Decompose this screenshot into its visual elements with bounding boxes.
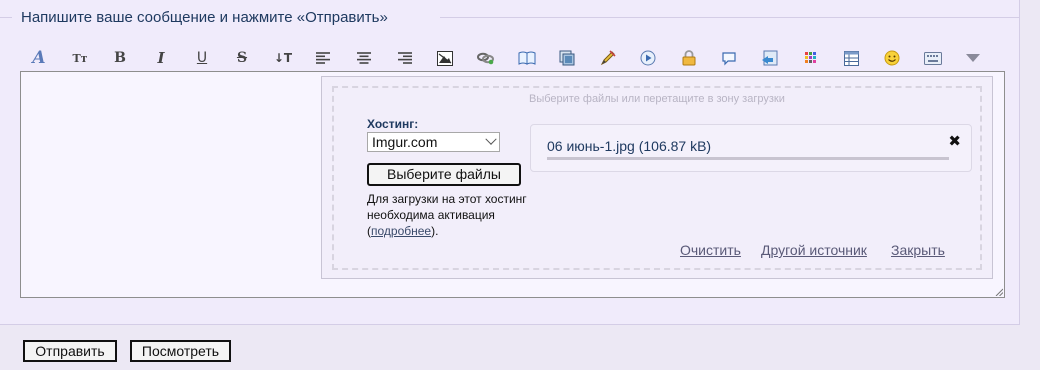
italic-label: I — [157, 49, 165, 67]
align-center-icon[interactable] — [353, 47, 375, 69]
drop-zone[interactable]: Выберите файлы или перетащите в зону заг… — [332, 86, 982, 270]
hosting-select[interactable]: Imgur.com — [367, 132, 500, 152]
hosting-label: Хостинг: — [367, 117, 419, 131]
line-spacing-icon[interactable]: ↓T — [272, 47, 294, 69]
italic-icon[interactable]: I — [150, 47, 172, 69]
gallery-icon[interactable] — [556, 47, 578, 69]
bold-label: B — [114, 50, 126, 66]
hosting-select-value: Imgur.com — [372, 134, 438, 150]
uploaded-file-card: 06 июнь-1.jpg (106.87 kB) ✖ — [530, 124, 972, 172]
more-dropdown-icon[interactable] — [962, 47, 984, 69]
line-spacing-label: ↓T — [273, 51, 293, 65]
strike-label: S — [236, 50, 248, 66]
resize-handle-icon[interactable] — [995, 288, 1003, 296]
align-right-icon[interactable] — [394, 47, 416, 69]
choose-files-button[interactable]: Выберите файлы — [367, 163, 521, 186]
upload-progress-bar — [547, 157, 949, 160]
font-size-icon[interactable]: Tт — [69, 47, 91, 69]
bold-icon[interactable]: B — [109, 47, 131, 69]
message-textarea[interactable]: Выберите файлы или перетащите в зону заг… — [20, 71, 1005, 298]
underline-label: U — [196, 50, 208, 66]
more-info-link[interactable]: подробнее — [371, 224, 431, 238]
chevron-down-icon — [485, 133, 497, 145]
file-name: 06 июнь-1.jpg (106.87 kB) — [547, 138, 712, 154]
activation-note: Для загрузки на этот хостинг необходима … — [367, 191, 527, 239]
book-icon[interactable] — [516, 47, 538, 69]
drop-zone-hint: Выберите файлы или перетащите в зону заг… — [529, 93, 785, 105]
smiley-icon[interactable] — [881, 47, 903, 69]
remove-file-icon[interactable]: ✖ — [948, 132, 961, 150]
pencil-icon[interactable] — [597, 47, 619, 69]
other-source-link[interactable]: Другой источник — [761, 242, 867, 258]
preview-button[interactable]: Посмотреть — [130, 340, 231, 362]
close-uploader-link[interactable]: Закрыть — [891, 242, 945, 258]
strikethrough-icon[interactable]: S — [231, 47, 253, 69]
table-icon[interactable] — [840, 47, 862, 69]
color-palette-icon[interactable] — [800, 47, 822, 69]
font-size-label: Tт — [72, 51, 88, 65]
image-icon[interactable] — [434, 47, 456, 69]
upload-panel: Выберите файлы или перетащите в зону заг… — [321, 76, 993, 279]
underline-icon[interactable]: U — [191, 47, 213, 69]
upload-progress-fill — [547, 157, 949, 160]
lock-icon[interactable] — [678, 47, 700, 69]
video-icon[interactable] — [637, 47, 659, 69]
link-icon[interactable] — [475, 47, 497, 69]
activation-note-text: Для загрузки на этот хостинг необходима … — [367, 192, 527, 222]
align-left-icon[interactable] — [312, 47, 334, 69]
submit-button[interactable]: Отправить — [23, 340, 117, 362]
speech-bubble-icon[interactable] — [718, 47, 740, 69]
form-legend: Напишите ваше сообщение и нажмите «Отпра… — [21, 9, 388, 26]
fieldset-border — [0, 17, 12, 18]
fieldset-border — [440, 17, 1020, 18]
keyboard-icon[interactable] — [922, 47, 944, 69]
clear-link[interactable]: Очистить — [680, 242, 741, 258]
quote-icon[interactable] — [759, 47, 781, 69]
font-face-icon[interactable]: A — [28, 47, 50, 69]
note-paren-close: ). — [431, 224, 439, 238]
